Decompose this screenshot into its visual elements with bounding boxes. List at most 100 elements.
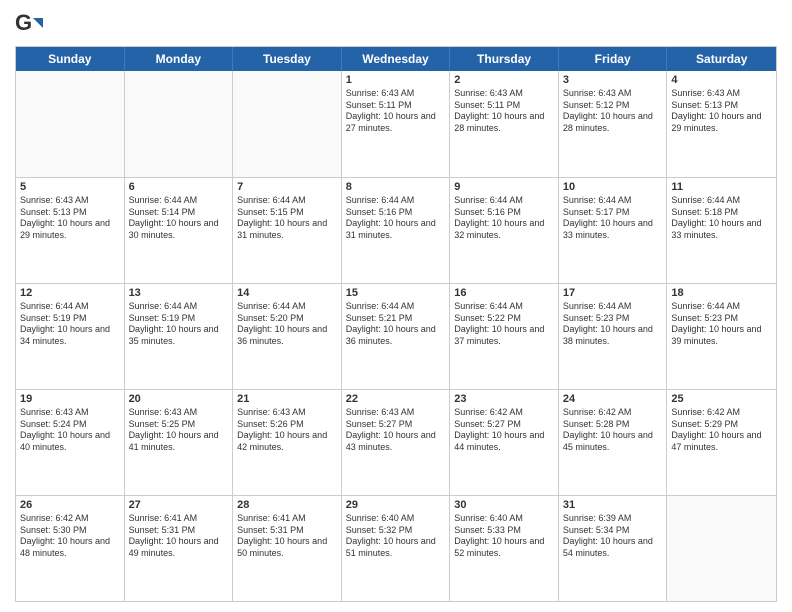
calendar-cell: 30Sunrise: 6:40 AM Sunset: 5:33 PM Dayli… bbox=[450, 496, 559, 601]
cell-info: Sunrise: 6:44 AM Sunset: 5:17 PM Dayligh… bbox=[563, 195, 663, 242]
cell-date: 16 bbox=[454, 287, 554, 299]
calendar-row: 12 Sunrise: 6:44 AM Sunset: 5:19 PM Dayli… bbox=[16, 283, 776, 389]
calendar-cell: 22 Sunrise: 6:43 AM Sunset: 5:27 PM Dayli… bbox=[342, 390, 451, 495]
cell-info: Sunrise: 6:44 AM Sunset: 5:16 PM Dayligh… bbox=[454, 195, 554, 242]
cell-info: Sunrise: 6:43 AM Sunset: 5:24 PM Dayligh… bbox=[20, 407, 120, 454]
day-header-saturday: Saturday bbox=[667, 47, 776, 71]
cell-date: 2 bbox=[454, 74, 554, 86]
calendar-row: 26 Sunrise: 6:42 AM Sunset: 5:30 PM Dayli… bbox=[16, 495, 776, 601]
calendar-row: 5 Sunrise: 6:43 AM Sunset: 5:13 PM Daylig… bbox=[16, 177, 776, 283]
day-header-wednesday: Wednesday bbox=[342, 47, 451, 71]
cell-info: Sunrise: 6:41 AM Sunset: 5:31 PM Dayligh… bbox=[129, 513, 229, 560]
cell-date: 22 bbox=[346, 393, 446, 405]
calendar-cell: 12 Sunrise: 6:44 AM Sunset: 5:19 PM Dayli… bbox=[16, 284, 125, 389]
cell-info: Sunrise: 6:41 AM Sunset: 5:31 PM Dayligh… bbox=[237, 513, 337, 560]
logo-icon: G bbox=[15, 10, 43, 38]
calendar-cell: 31 Sunrise: 6:39 AM Sunset: 5:34 PM Dayli… bbox=[559, 496, 668, 601]
cell-date: 29 bbox=[346, 499, 446, 511]
cell-date: 28 bbox=[237, 499, 337, 511]
cell-info: Sunrise: 6:43 AM Sunset: 5:13 PM Dayligh… bbox=[20, 195, 120, 242]
cell-info: Sunrise: 6:44 AM Sunset: 5:23 PM Dayligh… bbox=[563, 301, 663, 348]
cell-date: 18 bbox=[671, 287, 772, 299]
cell-info: Sunrise: 6:43 AM Sunset: 5:26 PM Dayligh… bbox=[237, 407, 337, 454]
day-header-thursday: Thursday bbox=[450, 47, 559, 71]
cell-date: 26 bbox=[20, 499, 120, 511]
cell-date: 4 bbox=[671, 74, 772, 86]
cell-date: 9 bbox=[454, 181, 554, 193]
cell-date: 12 bbox=[20, 287, 120, 299]
calendar-cell: 7Sunrise: 6:44 AM Sunset: 5:15 PM Daylig… bbox=[233, 178, 342, 283]
cell-date: 3 bbox=[563, 74, 663, 86]
calendar-cell: 9 Sunrise: 6:44 AM Sunset: 5:16 PM Daylig… bbox=[450, 178, 559, 283]
cell-info: Sunrise: 6:43 AM Sunset: 5:27 PM Dayligh… bbox=[346, 407, 446, 454]
cell-date: 21 bbox=[237, 393, 337, 405]
cell-info: Sunrise: 6:43 AM Sunset: 5:11 PM Dayligh… bbox=[454, 88, 554, 135]
calendar-cell: 21 Sunrise: 6:43 AM Sunset: 5:26 PM Dayli… bbox=[233, 390, 342, 495]
calendar-body: 1 Sunrise: 6:43 AM Sunset: 5:11 PM Daylig… bbox=[16, 71, 776, 601]
empty-cell bbox=[233, 71, 342, 177]
calendar-cell: 8Sunrise: 6:44 AM Sunset: 5:16 PM Daylig… bbox=[342, 178, 451, 283]
cell-info: Sunrise: 6:44 AM Sunset: 5:21 PM Dayligh… bbox=[346, 301, 446, 348]
day-header-friday: Friday bbox=[559, 47, 668, 71]
calendar-cell: 10 Sunrise: 6:44 AM Sunset: 5:17 PM Dayli… bbox=[559, 178, 668, 283]
calendar-cell: 16 Sunrise: 6:44 AM Sunset: 5:22 PM Dayli… bbox=[450, 284, 559, 389]
cell-date: 10 bbox=[563, 181, 663, 193]
cell-date: 20 bbox=[129, 393, 229, 405]
calendar-cell: 6 Sunrise: 6:44 AM Sunset: 5:14 PM Daylig… bbox=[125, 178, 234, 283]
calendar-cell: 5 Sunrise: 6:43 AM Sunset: 5:13 PM Daylig… bbox=[16, 178, 125, 283]
cell-date: 13 bbox=[129, 287, 229, 299]
svg-text:G: G bbox=[15, 10, 32, 35]
calendar-cell: 19 Sunrise: 6:43 AM Sunset: 5:24 PM Dayli… bbox=[16, 390, 125, 495]
cell-info: Sunrise: 6:42 AM Sunset: 5:28 PM Dayligh… bbox=[563, 407, 663, 454]
calendar-row: 1 Sunrise: 6:43 AM Sunset: 5:11 PM Daylig… bbox=[16, 71, 776, 177]
cell-info: Sunrise: 6:42 AM Sunset: 5:29 PM Dayligh… bbox=[671, 407, 772, 454]
cell-info: Sunrise: 6:40 AM Sunset: 5:33 PM Dayligh… bbox=[454, 513, 554, 560]
calendar-cell: 27 Sunrise: 6:41 AM Sunset: 5:31 PM Dayli… bbox=[125, 496, 234, 601]
cell-date: 11 bbox=[671, 181, 772, 193]
calendar-cell: 20 Sunrise: 6:43 AM Sunset: 5:25 PM Dayli… bbox=[125, 390, 234, 495]
empty-cell bbox=[16, 71, 125, 177]
calendar-cell: 14Sunrise: 6:44 AM Sunset: 5:20 PM Dayli… bbox=[233, 284, 342, 389]
cell-info: Sunrise: 6:43 AM Sunset: 5:25 PM Dayligh… bbox=[129, 407, 229, 454]
cell-info: Sunrise: 6:39 AM Sunset: 5:34 PM Dayligh… bbox=[563, 513, 663, 560]
calendar-cell: 3 Sunrise: 6:43 AM Sunset: 5:12 PM Daylig… bbox=[559, 71, 668, 177]
calendar-cell: 18Sunrise: 6:44 AM Sunset: 5:23 PM Dayli… bbox=[667, 284, 776, 389]
calendar-cell: 2 Sunrise: 6:43 AM Sunset: 5:11 PM Daylig… bbox=[450, 71, 559, 177]
header: G bbox=[15, 10, 777, 38]
calendar-cell: 11 Sunrise: 6:44 AM Sunset: 5:18 PM Dayli… bbox=[667, 178, 776, 283]
cell-date: 31 bbox=[563, 499, 663, 511]
logo: G bbox=[15, 10, 47, 38]
calendar-cell: 29 Sunrise: 6:40 AM Sunset: 5:32 PM Dayli… bbox=[342, 496, 451, 601]
cell-info: Sunrise: 6:43 AM Sunset: 5:12 PM Dayligh… bbox=[563, 88, 663, 135]
cell-date: 27 bbox=[129, 499, 229, 511]
day-header-monday: Monday bbox=[125, 47, 234, 71]
calendar-row: 19 Sunrise: 6:43 AM Sunset: 5:24 PM Dayli… bbox=[16, 389, 776, 495]
calendar-cell: 26 Sunrise: 6:42 AM Sunset: 5:30 PM Dayli… bbox=[16, 496, 125, 601]
cell-date: 1 bbox=[346, 74, 446, 86]
empty-cell bbox=[667, 496, 776, 601]
cell-info: Sunrise: 6:42 AM Sunset: 5:30 PM Dayligh… bbox=[20, 513, 120, 560]
day-headers: SundayMondayTuesdayWednesdayThursdayFrid… bbox=[16, 47, 776, 71]
cell-info: Sunrise: 6:44 AM Sunset: 5:14 PM Dayligh… bbox=[129, 195, 229, 242]
cell-date: 25 bbox=[671, 393, 772, 405]
calendar-cell: 28 Sunrise: 6:41 AM Sunset: 5:31 PM Dayli… bbox=[233, 496, 342, 601]
cell-info: Sunrise: 6:44 AM Sunset: 5:19 PM Dayligh… bbox=[129, 301, 229, 348]
cell-date: 6 bbox=[129, 181, 229, 193]
day-header-tuesday: Tuesday bbox=[233, 47, 342, 71]
cell-info: Sunrise: 6:44 AM Sunset: 5:19 PM Dayligh… bbox=[20, 301, 120, 348]
cell-info: Sunrise: 6:40 AM Sunset: 5:32 PM Dayligh… bbox=[346, 513, 446, 560]
cell-info: Sunrise: 6:42 AM Sunset: 5:27 PM Dayligh… bbox=[454, 407, 554, 454]
cell-date: 5 bbox=[20, 181, 120, 193]
cell-date: 17 bbox=[563, 287, 663, 299]
calendar-cell: 24Sunrise: 6:42 AM Sunset: 5:28 PM Dayli… bbox=[559, 390, 668, 495]
cell-info: Sunrise: 6:44 AM Sunset: 5:22 PM Dayligh… bbox=[454, 301, 554, 348]
calendar-cell: 23Sunrise: 6:42 AM Sunset: 5:27 PM Dayli… bbox=[450, 390, 559, 495]
cell-info: Sunrise: 6:44 AM Sunset: 5:18 PM Dayligh… bbox=[671, 195, 772, 242]
cell-date: 19 bbox=[20, 393, 120, 405]
calendar-cell: 13 Sunrise: 6:44 AM Sunset: 5:19 PM Dayli… bbox=[125, 284, 234, 389]
calendar-cell: 25 Sunrise: 6:42 AM Sunset: 5:29 PM Dayli… bbox=[667, 390, 776, 495]
cell-date: 15 bbox=[346, 287, 446, 299]
calendar: SundayMondayTuesdayWednesdayThursdayFrid… bbox=[15, 46, 777, 602]
day-header-sunday: Sunday bbox=[16, 47, 125, 71]
cell-info: Sunrise: 6:44 AM Sunset: 5:20 PM Dayligh… bbox=[237, 301, 337, 348]
